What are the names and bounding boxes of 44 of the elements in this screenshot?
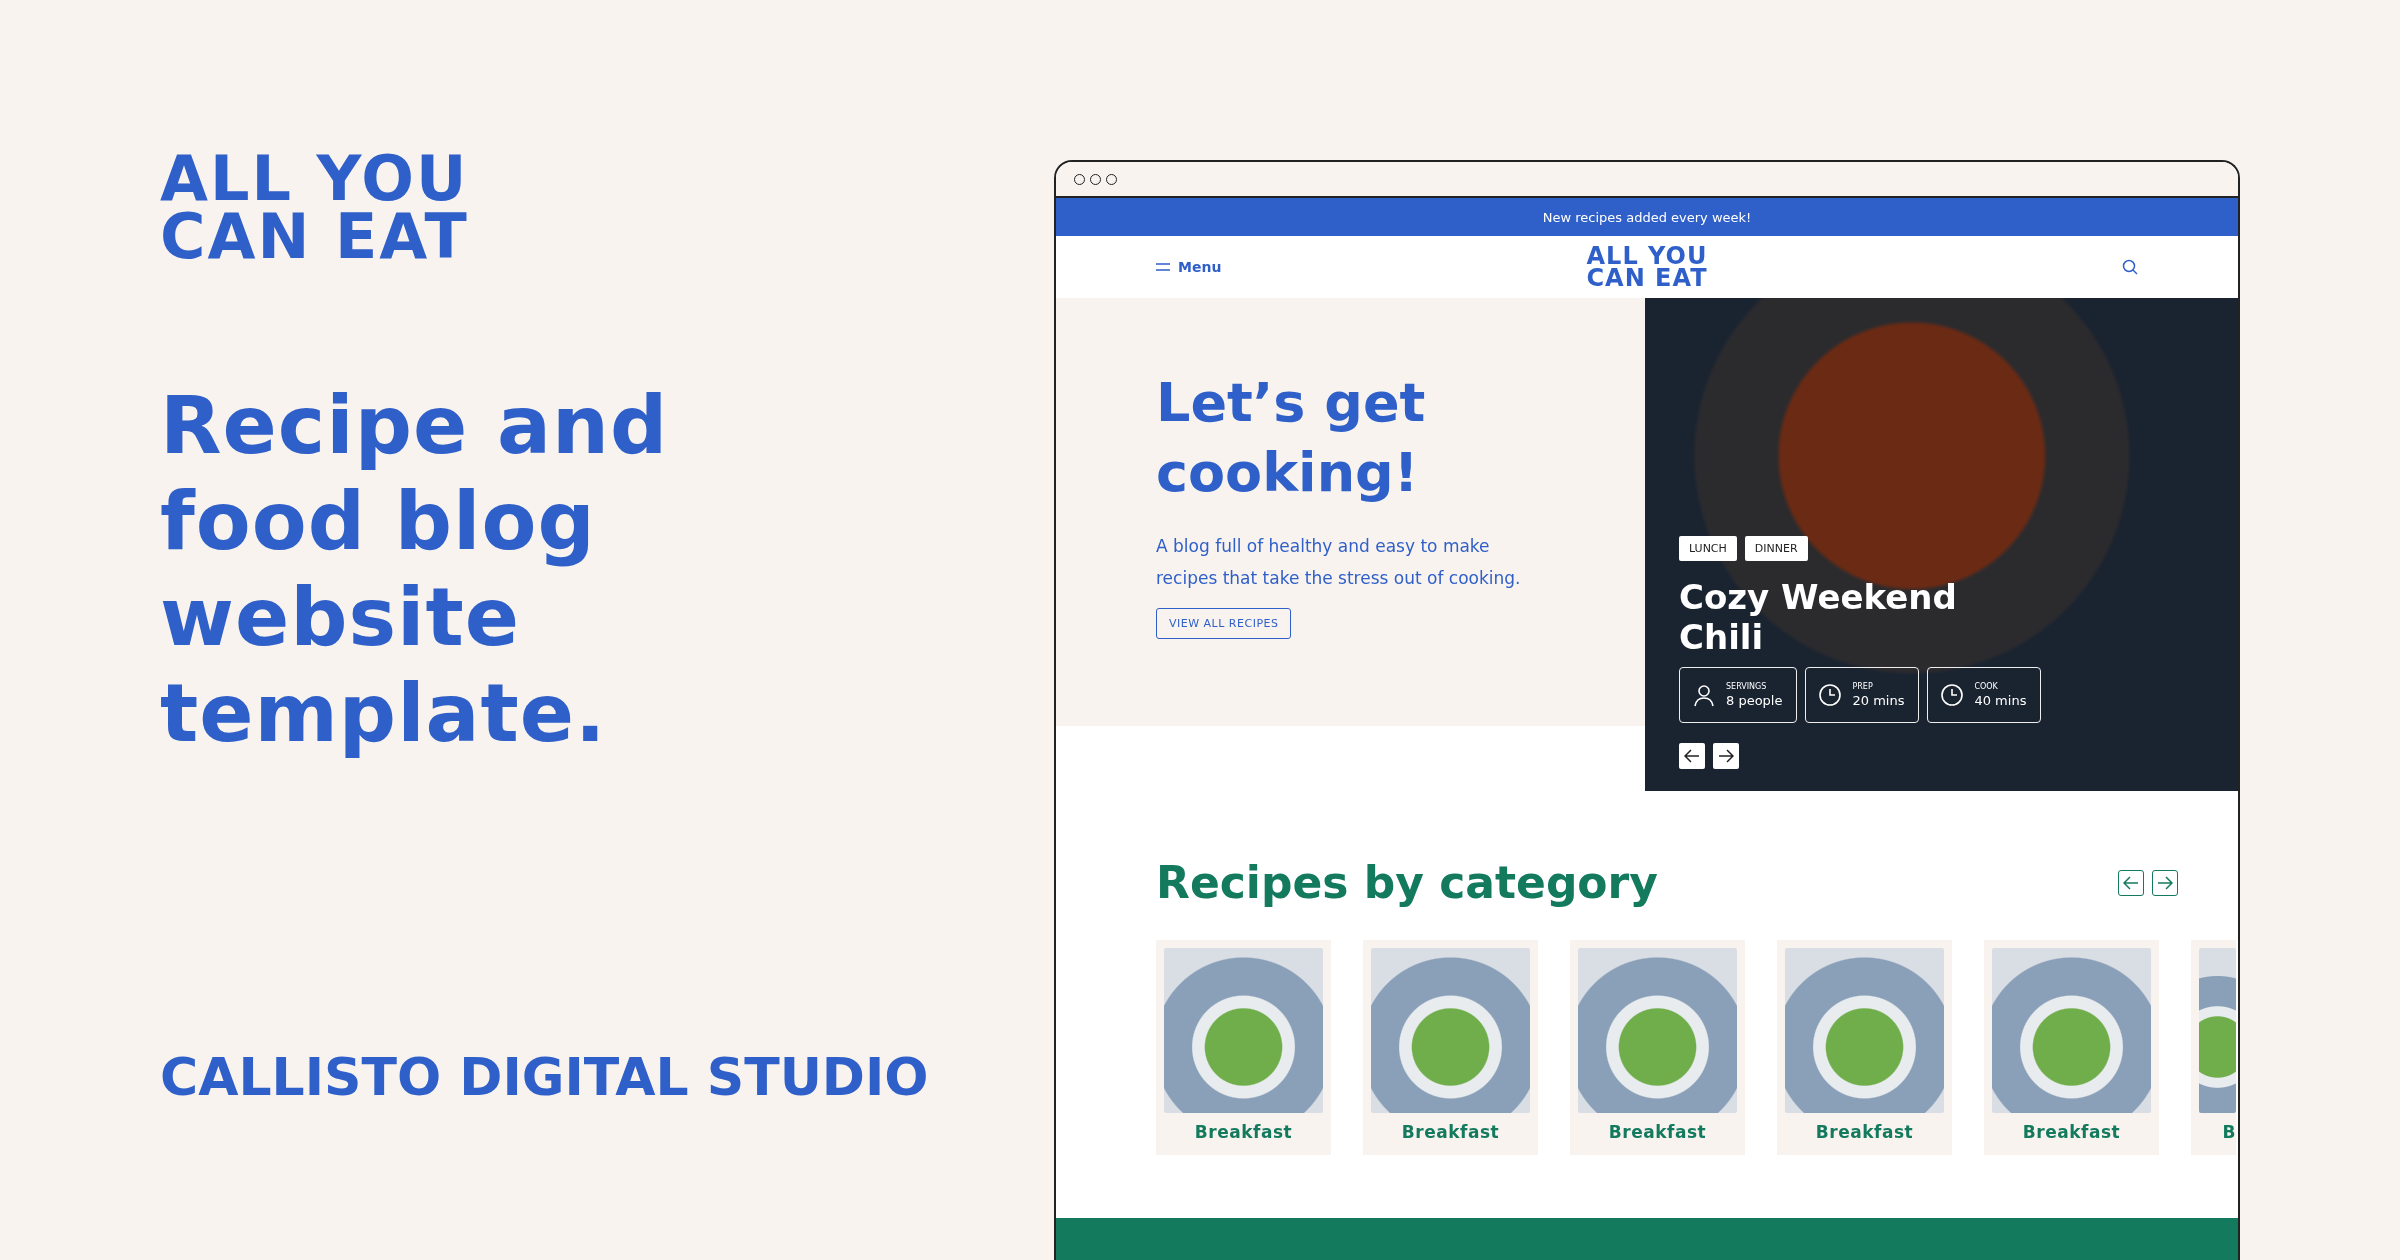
category-label[interactable]: Breakfast: [2022, 1122, 2121, 1142]
tagline: Recipe and food blog website template.: [160, 378, 670, 762]
next-button[interactable]: [1713, 743, 1739, 769]
brand-logo: ALL YOU CAN EAT: [160, 150, 469, 266]
stat-label: PREP: [1852, 682, 1874, 691]
category-label[interactable]: Breakfast: [1608, 1122, 1707, 1142]
stat-value: 8 people: [1726, 693, 1783, 708]
category-label[interactable]: Breakfast: [1401, 1122, 1500, 1142]
recipe-tag[interactable]: LUNCH: [1679, 536, 1737, 561]
stat-label: COOK: [1974, 682, 1999, 691]
view-recipes-button[interactable]: VIEW ALL RECIPES: [1156, 608, 1292, 639]
stat-label: SERVINGS: [1726, 682, 1768, 691]
category-card[interactable]: Breakfast: [1363, 940, 1538, 1155]
right-arrow-icon: [2157, 875, 2173, 890]
stat-value: 20 mins: [1852, 693, 1905, 708]
category-label[interactable]: B: [2222, 1122, 2236, 1142]
category-card[interactable]: Breakfast: [1570, 940, 1745, 1155]
hero-title: Let’s get cooking!: [1156, 370, 1427, 506]
category-label[interactable]: Breakfast: [1815, 1122, 1914, 1142]
stat-value: 40 mins: [1974, 693, 2027, 708]
next-button[interactable]: [2152, 869, 2178, 896]
recipe-tag[interactable]: DINNER: [1744, 536, 1808, 561]
announcement-text: New recipes added every week!: [1542, 208, 1752, 227]
category-label[interactable]: Breakfast: [1194, 1122, 1293, 1142]
previous-button[interactable]: [2118, 869, 2144, 896]
featured-title: Cozy Weekend Chili: [1679, 577, 1958, 657]
clock-icon: [1940, 683, 1965, 707]
category-card[interactable]: Breakfast: [1156, 940, 1331, 1155]
hero-text: A blog full of healthy and easy to make recipes that take the stress out of cooking.: [1156, 535, 1522, 590]
category-card[interactable]: Breakfast: [1984, 940, 2159, 1155]
menu-icon: [1156, 262, 1170, 272]
search-icon[interactable]: [2122, 259, 2138, 275]
category-card[interactable]: Breakfast: [1777, 940, 1952, 1155]
studio-name: CALLISTO DIGITAL STUDIO: [160, 1047, 929, 1107]
site-logo[interactable]: ALL YOU CAN EAT: [1586, 245, 1708, 289]
menu-button[interactable]: Menu: [1156, 255, 1236, 279]
previous-button[interactable]: [1679, 743, 1705, 769]
clock-icon: [1818, 683, 1843, 707]
right-arrow-icon: [1718, 749, 1734, 763]
left-arrow-icon: [2123, 875, 2139, 890]
left-arrow-icon: [1684, 749, 1700, 763]
section-title: Recipes by category: [1156, 857, 1658, 908]
category-card[interactable]: B: [2191, 940, 2236, 1155]
person-icon: [1692, 683, 1716, 707]
